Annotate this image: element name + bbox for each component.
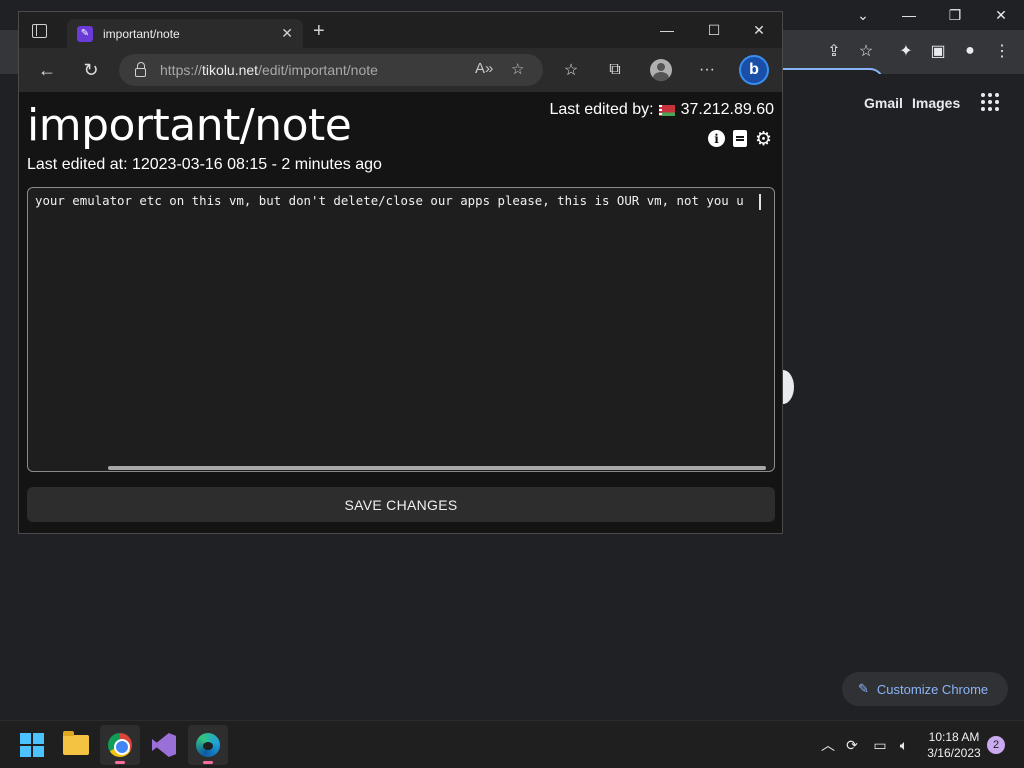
chrome-taskbar-button[interactable]	[100, 725, 140, 765]
edge-browser-window: ✎ important/note ✕ + — ☐ ✕ ← ↻ https://t…	[18, 11, 783, 534]
text-cursor-icon	[759, 194, 761, 210]
edge-toolbar: ← ↻ https://tikolu.net/edit/important/no…	[19, 48, 782, 92]
system-clock[interactable]: 10:18 AM 3/16/2023	[922, 729, 986, 761]
settings-gear-icon[interactable]: ⚙	[755, 128, 772, 150]
profile-avatar-icon[interactable]	[650, 59, 672, 81]
share-icon[interactable]: ⇪	[822, 39, 846, 63]
sync-icon[interactable]: ⟳	[842, 735, 862, 755]
visual-studio-button[interactable]	[144, 725, 184, 765]
clock-time: 10:18 AM	[928, 730, 980, 744]
info-icon[interactable]: i	[708, 130, 725, 147]
last-edited-by: Last edited by: 37.212.89.60	[550, 101, 775, 119]
bing-chat-icon[interactable]: b	[739, 55, 769, 85]
url-text: https://tikolu.net/edit/important/note	[160, 62, 378, 78]
windows-taskbar: ︿ ⟳ ▭ 🔈︎ 10:18 AM 3/16/2023 2	[0, 720, 1024, 768]
collections-icon[interactable]: ⧉	[603, 58, 627, 82]
minimize-icon[interactable]: —	[886, 0, 932, 30]
chrome-icon	[108, 733, 132, 757]
maximize-icon[interactable]: ☐	[699, 20, 729, 40]
note-textarea[interactable]: your emulator etc on this vm, but don't …	[27, 187, 775, 472]
running-indicator	[203, 761, 213, 764]
belarus-flag-icon	[658, 104, 675, 116]
customize-chrome-button[interactable]: ✎ Customize Chrome	[842, 672, 1008, 706]
favorites-icon[interactable]: ☆	[559, 58, 583, 82]
folder-icon	[63, 731, 89, 755]
more-menu-icon[interactable]: ···	[695, 58, 719, 82]
side-panel-icon[interactable]: ▣	[926, 39, 950, 63]
running-indicator	[115, 761, 125, 764]
minimize-icon[interactable]: —	[652, 20, 682, 40]
images-link[interactable]: Images	[912, 95, 960, 111]
read-aloud-icon[interactable]: A»	[475, 60, 493, 77]
pencil-favicon-icon: ✎	[77, 25, 93, 42]
pencil-icon: ✎	[858, 681, 869, 696]
gmail-link[interactable]: Gmail	[864, 95, 903, 111]
file-explorer-button[interactable]	[56, 725, 96, 765]
address-bar[interactable]: https://tikolu.net/edit/important/note A…	[119, 54, 543, 86]
clock-date: 3/16/2023	[927, 746, 981, 760]
last-edited-at: Last edited at: 12023-03-16 08:15 - 2 mi…	[27, 156, 382, 173]
start-button[interactable]	[12, 725, 52, 765]
new-tab-icon[interactable]: +	[313, 20, 325, 43]
note-page: important/note Last edited by: 37.212.89…	[19, 92, 782, 533]
volume-icon[interactable]: 🔈︎	[894, 735, 914, 755]
customize-chrome-label: Customize Chrome	[876, 681, 989, 697]
tab-close-icon[interactable]: ✕	[281, 25, 293, 42]
refresh-icon[interactable]: ↻	[79, 58, 103, 82]
edge-taskbar-button[interactable]	[188, 725, 228, 765]
add-favorite-icon[interactable]: ☆	[511, 60, 524, 78]
notification-badge[interactable]: 2	[987, 736, 1005, 754]
bookmark-star-icon[interactable]: ☆	[854, 39, 878, 63]
visual-studio-icon	[152, 733, 176, 757]
tab-actions-icon[interactable]	[29, 21, 49, 41]
edge-titlebar: ✎ important/note ✕ + — ☐ ✕	[19, 12, 782, 48]
profile-icon[interactable]: ●	[958, 39, 982, 63]
chrome-menu-icon[interactable]: ⋮	[990, 39, 1014, 63]
last-edited-by-ip: 37.212.89.60	[680, 101, 774, 118]
document-icon[interactable]	[733, 130, 747, 147]
google-apps-icon[interactable]	[981, 93, 999, 111]
close-icon[interactable]: ✕	[978, 0, 1024, 30]
restore-icon[interactable]: ❐	[932, 0, 978, 30]
page-title: important/note	[27, 100, 352, 151]
horizontal-scrollbar[interactable]	[108, 466, 766, 470]
windows-logo-icon	[20, 733, 44, 757]
back-arrow-icon[interactable]: ←	[35, 58, 59, 82]
note-content: your emulator etc on this vm, but don't …	[35, 193, 744, 208]
edge-icon	[196, 733, 220, 757]
tray-overflow-chevron-icon[interactable]: ︿	[818, 735, 838, 755]
save-changes-button[interactable]: SAVE CHANGES	[27, 487, 775, 522]
extensions-icon[interactable]: ✦	[894, 39, 918, 63]
edge-tab-active[interactable]: ✎ important/note ✕	[67, 19, 303, 48]
page-actions: i ⚙	[708, 128, 772, 150]
lock-icon	[135, 61, 146, 77]
close-window-icon[interactable]: ✕	[744, 20, 774, 40]
tab-title: important/note	[103, 26, 180, 41]
network-icon[interactable]: ▭	[870, 735, 890, 755]
last-edited-by-label: Last edited by:	[549, 101, 654, 118]
tab-search-icon[interactable]: ⌄	[840, 0, 886, 30]
